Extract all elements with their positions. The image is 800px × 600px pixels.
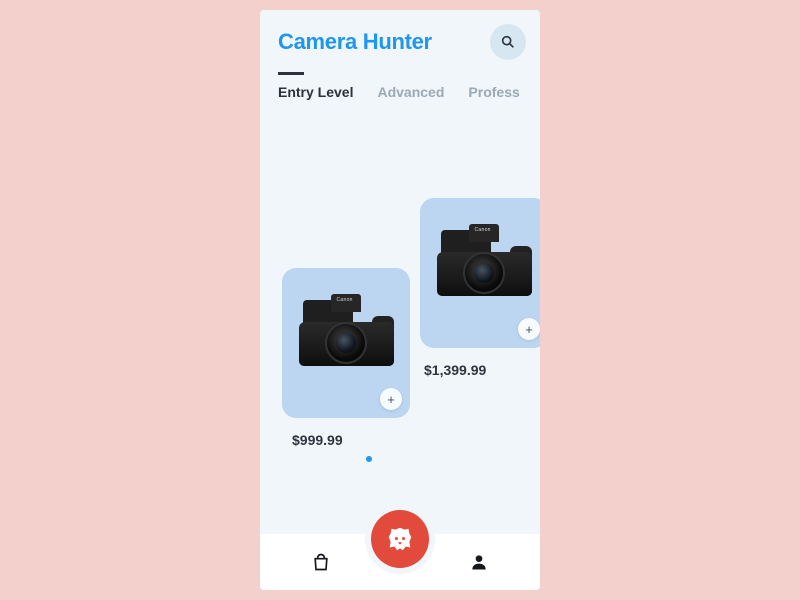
product-card[interactable]: Canon + bbox=[282, 268, 410, 418]
fab-main-button[interactable] bbox=[371, 510, 429, 568]
product-carousel[interactable]: Canon + Canon + $999.99 $1,399.99 bbox=[260, 112, 540, 472]
product-price: $999.99 bbox=[292, 432, 343, 448]
add-to-cart-button[interactable]: + bbox=[518, 318, 540, 340]
product-card[interactable]: Canon + bbox=[420, 198, 540, 348]
plus-icon: + bbox=[387, 392, 395, 407]
camera-brand-label: Canon bbox=[475, 227, 491, 233]
tab-entry-level[interactable]: Entry Level bbox=[278, 84, 353, 104]
nav-shop-button[interactable] bbox=[310, 551, 332, 573]
add-to-cart-button[interactable]: + bbox=[380, 388, 402, 410]
camera-brand-label: Canon bbox=[337, 297, 353, 303]
search-icon bbox=[500, 34, 516, 50]
search-button[interactable] bbox=[490, 24, 526, 60]
plus-icon: + bbox=[525, 322, 533, 337]
tab-advanced[interactable]: Advanced bbox=[377, 84, 444, 104]
app-title: Camera Hunter bbox=[278, 29, 482, 55]
lion-icon bbox=[385, 524, 415, 554]
product-price: $1,399.99 bbox=[424, 362, 486, 378]
app-screen: Camera Hunter Entry Level Advanced Profe… bbox=[260, 10, 540, 590]
person-icon bbox=[469, 552, 489, 572]
tab-professional[interactable]: Profess bbox=[468, 84, 519, 104]
page-indicator-dot bbox=[366, 456, 372, 462]
camera-image: Canon bbox=[299, 294, 394, 366]
bag-icon bbox=[311, 552, 331, 572]
category-tabs: Entry Level Advanced Profess bbox=[260, 68, 540, 104]
nav-profile-button[interactable] bbox=[468, 551, 490, 573]
camera-image: Canon bbox=[437, 224, 532, 296]
header: Camera Hunter bbox=[260, 10, 540, 68]
